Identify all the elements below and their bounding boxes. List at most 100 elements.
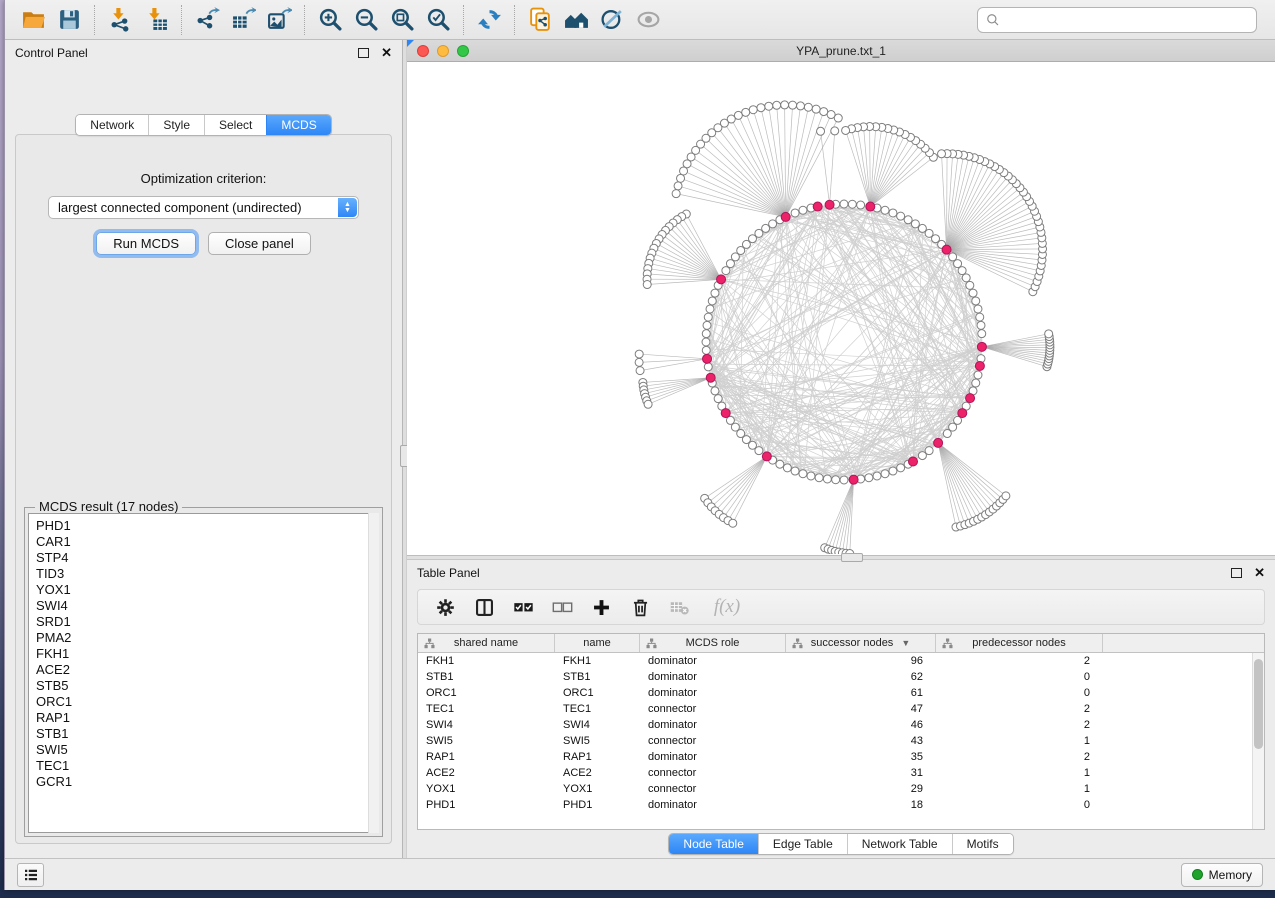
- mcds-dominator-node[interactable]: [934, 438, 943, 447]
- network-node[interactable]: [1045, 330, 1053, 338]
- network-canvas[interactable]: [407, 62, 1275, 555]
- mcds-dominator-node[interactable]: [866, 202, 875, 211]
- network-node[interactable]: [958, 267, 966, 275]
- network-node[interactable]: [742, 108, 750, 116]
- network-node[interactable]: [711, 387, 719, 395]
- table-row[interactable]: PHD1PHD1dominator180: [418, 797, 1264, 813]
- splitter-grip[interactable]: [841, 553, 863, 562]
- zoom-in-button[interactable]: [312, 4, 348, 36]
- float-panel-icon[interactable]: [358, 48, 369, 58]
- table-row[interactable]: TEC1TEC1connector472: [418, 701, 1264, 717]
- network-node[interactable]: [783, 464, 791, 472]
- close-panel-icon[interactable]: ✕: [1254, 568, 1265, 578]
- table-row[interactable]: FKH1FKH1dominator962: [418, 653, 1264, 669]
- close-panel-icon[interactable]: ✕: [381, 48, 392, 58]
- network-node[interactable]: [911, 220, 919, 228]
- search-box[interactable]: [977, 7, 1257, 33]
- network-node[interactable]: [972, 379, 980, 387]
- mcds-dominator-node[interactable]: [958, 409, 967, 418]
- mcds-result-item[interactable]: TID3: [36, 566, 378, 582]
- table-row[interactable]: SWI4SWI4dominator462: [418, 717, 1264, 733]
- network-node[interactable]: [789, 101, 797, 109]
- network-node[interactable]: [815, 474, 823, 482]
- network-node[interactable]: [781, 101, 789, 109]
- network-node[interactable]: [711, 289, 719, 297]
- network-node[interactable]: [974, 305, 982, 313]
- network-node[interactable]: [817, 127, 825, 135]
- network-node[interactable]: [840, 200, 848, 208]
- column-header-shared-name[interactable]: shared name: [418, 634, 555, 652]
- table-row[interactable]: STB1STB1dominator620: [418, 669, 1264, 685]
- mcds-result-item[interactable]: ORC1: [36, 694, 378, 710]
- column-header-MCDS-role[interactable]: MCDS role: [640, 634, 786, 652]
- horizontal-splitter[interactable]: [407, 555, 1275, 560]
- split-columns-button[interactable]: [471, 595, 497, 619]
- network-node[interactable]: [897, 212, 905, 220]
- mcds-dominator-node[interactable]: [975, 361, 984, 370]
- network-node[interactable]: [977, 321, 985, 329]
- network-node[interactable]: [865, 474, 873, 482]
- mcds-result-item[interactable]: SWI4: [36, 598, 378, 614]
- task-history-button[interactable]: [17, 863, 44, 887]
- network-node[interactable]: [702, 338, 710, 346]
- network-node[interactable]: [749, 106, 757, 114]
- mcds-result-item[interactable]: GCR1: [36, 774, 378, 790]
- mcds-result-item[interactable]: SWI5: [36, 742, 378, 758]
- mcds-result-item[interactable]: PHD1: [36, 518, 378, 534]
- network-node[interactable]: [729, 519, 737, 527]
- optimization-criterion-select[interactable]: largest connected component (undirected)…: [48, 196, 359, 219]
- import-network-button[interactable]: [102, 4, 138, 36]
- network-node[interactable]: [635, 350, 643, 358]
- table-row[interactable]: RAP1RAP1dominator352: [418, 749, 1264, 765]
- mcds-dominator-node[interactable]: [849, 475, 858, 484]
- network-graph[interactable]: [407, 62, 1275, 554]
- mcds-result-item[interactable]: RAP1: [36, 710, 378, 726]
- network-node[interactable]: [704, 363, 712, 371]
- tab-network[interactable]: Network: [76, 115, 148, 135]
- network-node[interactable]: [636, 367, 644, 375]
- memory-button[interactable]: Memory: [1181, 863, 1263, 887]
- export-network-button[interactable]: [189, 4, 225, 36]
- network-node[interactable]: [807, 472, 815, 480]
- network-node[interactable]: [1002, 492, 1010, 500]
- network-node[interactable]: [827, 111, 835, 119]
- export-image-button[interactable]: [261, 4, 297, 36]
- refresh-view-button[interactable]: [471, 4, 507, 36]
- mcds-result-item[interactable]: PMA2: [36, 630, 378, 646]
- network-node[interactable]: [943, 430, 951, 438]
- network-node[interactable]: [708, 297, 716, 305]
- mcds-result-item[interactable]: YOX1: [36, 582, 378, 598]
- mcds-result-item[interactable]: STP4: [36, 550, 378, 566]
- network-node[interactable]: [832, 476, 840, 484]
- search-input[interactable]: [1006, 13, 1248, 27]
- export-table-button[interactable]: [225, 4, 261, 36]
- network-node[interactable]: [962, 274, 970, 282]
- zoom-fit-button[interactable]: [384, 4, 420, 36]
- network-node[interactable]: [757, 104, 765, 112]
- show-all-button[interactable]: [630, 4, 666, 36]
- hide-selected-button[interactable]: [594, 4, 630, 36]
- mcds-result-scrollbar[interactable]: [368, 513, 379, 833]
- tab-node-table[interactable]: Node Table: [669, 834, 758, 854]
- network-node[interactable]: [857, 201, 865, 209]
- network-node[interactable]: [840, 476, 848, 484]
- network-node[interactable]: [966, 281, 974, 289]
- scrollbar-thumb[interactable]: [1254, 659, 1263, 749]
- network-node[interactable]: [791, 209, 799, 217]
- mcds-dominator-node[interactable]: [721, 409, 730, 418]
- column-header-successor-nodes[interactable]: successor nodes▼: [786, 634, 936, 652]
- add-column-button[interactable]: [588, 595, 614, 619]
- network-node[interactable]: [831, 127, 839, 135]
- zoom-selected-button[interactable]: [420, 4, 456, 36]
- open-session-button[interactable]: [15, 4, 51, 36]
- column-header-predecessor-nodes[interactable]: predecessor nodes: [936, 634, 1103, 652]
- mcds-result-list[interactable]: PHD1CAR1STP4TID3YOX1SWI4SRD1PMA2FKH1ACE2…: [28, 513, 379, 833]
- network-node[interactable]: [722, 267, 730, 275]
- network-node[interactable]: [672, 190, 680, 198]
- network-node[interactable]: [702, 346, 710, 354]
- network-node[interactable]: [842, 126, 850, 134]
- network-node[interactable]: [848, 200, 856, 208]
- network-node[interactable]: [954, 260, 962, 268]
- network-node[interactable]: [972, 297, 980, 305]
- network-node[interactable]: [643, 281, 651, 289]
